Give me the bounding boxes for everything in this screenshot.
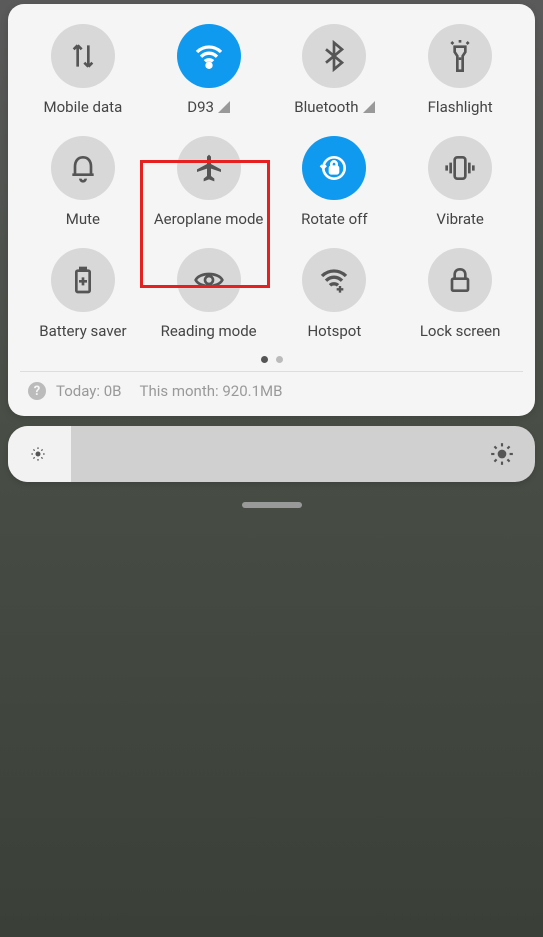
tile-battery-saver: Battery saver [20, 248, 146, 340]
drag-handle[interactable] [242, 502, 302, 508]
wifi-toggle[interactable] [177, 24, 241, 88]
page-indicator [20, 356, 523, 363]
tile-hotspot: Hotspot [272, 248, 398, 340]
eye-icon [193, 264, 225, 296]
rotate-label: Rotate off [301, 210, 367, 228]
signal-icon [363, 101, 375, 113]
info-icon: ? [28, 382, 46, 400]
rotate-lock-icon [318, 152, 350, 184]
lock-icon [444, 264, 476, 296]
vibrate-toggle[interactable] [428, 136, 492, 200]
mobile-data-label: Mobile data [44, 98, 123, 116]
wifi-icon [193, 40, 225, 72]
battery-icon [67, 264, 99, 296]
tile-lock-screen: Lock screen [397, 248, 523, 340]
airplane-icon [193, 152, 225, 184]
tile-bluetooth: Bluetooth [272, 24, 398, 116]
tile-vibrate: Vibrate [397, 136, 523, 228]
aeroplane-mode-toggle[interactable] [177, 136, 241, 200]
mobile-data-toggle[interactable] [51, 24, 115, 88]
aeroplane-mode-label: Aeroplane mode [154, 210, 264, 228]
vibrate-label: Vibrate [436, 210, 483, 228]
flashlight-icon [444, 40, 476, 72]
drag-handle-wrap [0, 502, 543, 508]
data-usage-month: This month: 920.1MB [140, 382, 283, 400]
data-usage-today: Today: 0B [56, 382, 122, 400]
hotspot-icon [318, 264, 350, 296]
rotate-toggle[interactable] [302, 136, 366, 200]
vibrate-icon [444, 152, 476, 184]
wifi-label: D93 [187, 98, 214, 116]
reading-mode-label: Reading mode [161, 322, 257, 340]
lock-screen-toggle[interactable] [428, 248, 492, 312]
lock-screen-label: Lock screen [420, 322, 501, 340]
quick-settings-grid: Mobile data D93 Bluetooth [20, 24, 523, 340]
hotspot-label: Hotspot [307, 322, 361, 340]
wifi-label-row: D93 [187, 98, 230, 116]
quick-settings-panel: Mobile data D93 Bluetooth [8, 4, 535, 416]
data-usage-row[interactable]: ? Today: 0B This month: 920.1MB [20, 376, 523, 406]
hotspot-toggle[interactable] [302, 248, 366, 312]
brightness-low-icon [28, 444, 48, 464]
mute-toggle[interactable] [51, 136, 115, 200]
bell-icon [67, 152, 99, 184]
page-dot-2[interactable] [276, 356, 283, 363]
flashlight-label: Flashlight [428, 98, 493, 116]
tile-flashlight: Flashlight [397, 24, 523, 116]
page-dot-1[interactable] [261, 356, 268, 363]
battery-saver-label: Battery saver [39, 322, 126, 340]
mute-label: Mute [66, 210, 100, 228]
bluetooth-label: Bluetooth [294, 98, 358, 116]
tile-reading-mode: Reading mode [146, 248, 272, 340]
signal-icon [218, 101, 230, 113]
tile-aeroplane-mode: Aeroplane mode [146, 136, 272, 228]
tile-mobile-data: Mobile data [20, 24, 146, 116]
brightness-high-icon [489, 441, 515, 467]
mobile-data-icon [67, 40, 99, 72]
tile-rotate: Rotate off [272, 136, 398, 228]
bluetooth-icon [318, 40, 350, 72]
flashlight-toggle[interactable] [428, 24, 492, 88]
tile-wifi: D93 [146, 24, 272, 116]
brightness-slider[interactable] [8, 426, 535, 482]
tile-mute: Mute [20, 136, 146, 228]
battery-saver-toggle[interactable] [51, 248, 115, 312]
divider [20, 371, 523, 372]
bluetooth-toggle[interactable] [302, 24, 366, 88]
bluetooth-label-row: Bluetooth [294, 98, 374, 116]
reading-mode-toggle[interactable] [177, 248, 241, 312]
